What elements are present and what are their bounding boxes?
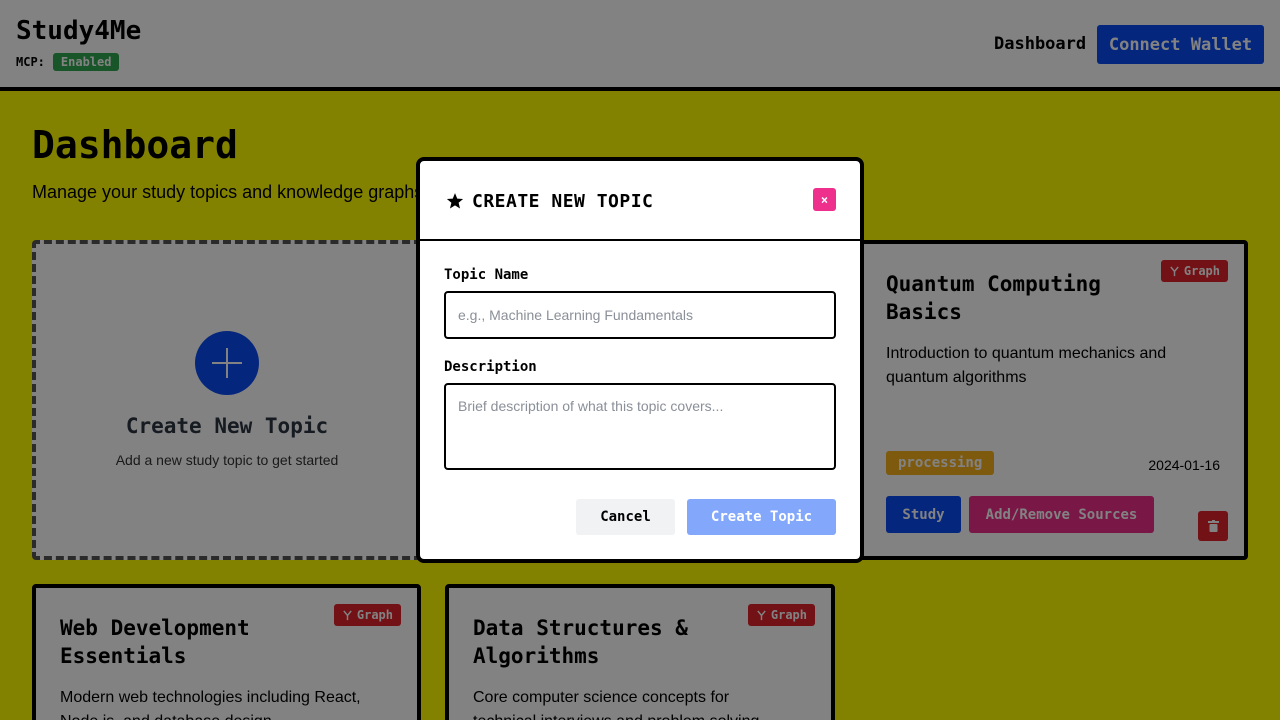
star-icon (446, 193, 464, 209)
close-icon[interactable]: × (813, 188, 836, 211)
create-topic-button[interactable]: Create Topic (687, 499, 836, 535)
description-textarea[interactable] (444, 383, 836, 470)
modal-title: CREATE NEW TOPIC (472, 191, 654, 212)
create-topic-modal: CREATE NEW TOPIC × Topic Name Descriptio… (416, 157, 864, 563)
description-label: Description (444, 359, 537, 375)
modal-header: CREATE NEW TOPIC × (420, 161, 860, 241)
cancel-button[interactable]: Cancel (576, 499, 675, 535)
topic-name-label: Topic Name (444, 267, 529, 283)
topic-name-input[interactable] (444, 291, 836, 339)
